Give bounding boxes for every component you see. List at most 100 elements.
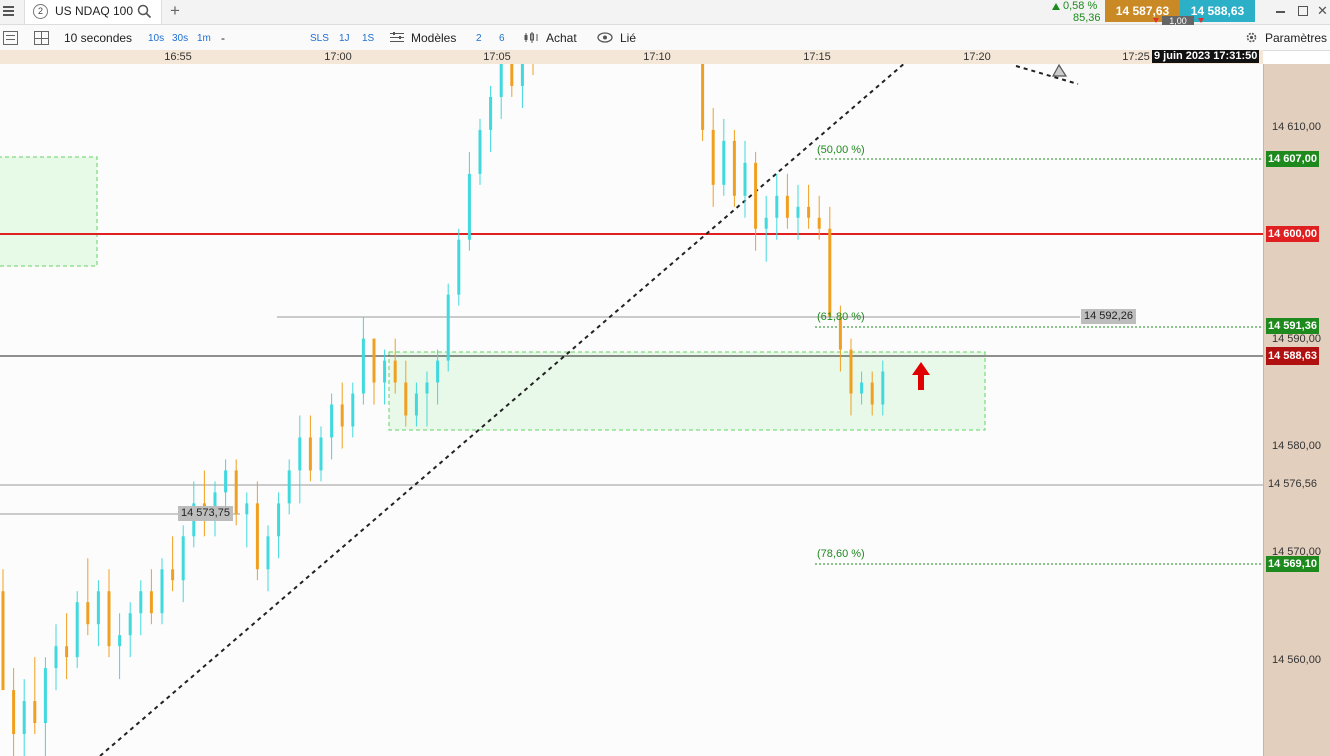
price-badge-14607: 14 607,00 (1266, 151, 1319, 167)
minimize-icon[interactable] (1276, 11, 1285, 13)
candle-body (181, 536, 185, 581)
candle-body (393, 360, 397, 383)
candle-body (425, 382, 429, 394)
price-tick: 14 590,00 (1272, 333, 1321, 345)
candle-body (266, 536, 270, 570)
candle-body (139, 591, 143, 614)
buy-chart-icon (524, 32, 538, 43)
candle-body (12, 690, 16, 735)
cursor-datetime: 9 juin 2023 17:31:50 (1152, 50, 1260, 63)
ask-price: 14 588,63 (1190, 4, 1245, 18)
candle-body (319, 437, 323, 471)
candle-body (128, 613, 132, 636)
candle-body (828, 228, 832, 317)
candle-body (383, 360, 387, 383)
candle-body (308, 437, 312, 471)
model-6[interactable]: 6 (499, 33, 505, 44)
price-tick: 14 560,00 (1272, 654, 1321, 666)
model-2[interactable]: 2 (476, 33, 482, 44)
instrument-name: US NDAQ 100 (55, 4, 134, 18)
candle-body (75, 602, 79, 658)
time-tick: 17:15 (803, 51, 831, 63)
range-sls[interactable]: SLS (310, 33, 329, 44)
range-1j[interactable]: 1J (339, 33, 350, 44)
candlestick-chart[interactable] (0, 64, 1263, 756)
time-tick: 17:20 (963, 51, 991, 63)
layout-grid-icon[interactable] (34, 31, 49, 45)
time-tick: 17:25 (1122, 51, 1150, 63)
candle-body (414, 393, 418, 416)
interval-1m[interactable]: 1m (197, 33, 211, 44)
candle-body (118, 635, 122, 647)
price-badge-14600: 14 600,00 (1266, 226, 1319, 242)
interval-selector[interactable]: 10 secondes (64, 31, 132, 45)
buy-button[interactable]: Achat (546, 31, 577, 45)
candle-body (1, 591, 5, 691)
trendline-descending (1015, 65, 1079, 85)
search-icon[interactable] (137, 4, 152, 19)
settings-button[interactable]: Paramètres (1265, 31, 1327, 45)
candle-body (520, 64, 524, 86)
restore-icon[interactable] (1298, 6, 1308, 16)
candle-body (234, 470, 238, 515)
price-tick: 14 610,00 (1272, 121, 1321, 133)
candle-body (743, 162, 747, 196)
candle-body (754, 162, 758, 229)
chart-toolbar: 10 secondes 10s 30s 1m - SLS 1J 1S Modèl… (0, 25, 1330, 51)
price-axis[interactable]: 14 610,00 14 590,00 14 580,00 14 576,56 … (1263, 64, 1330, 756)
price-badge-14569: 14 569,10 (1266, 556, 1319, 572)
candle-body (96, 591, 100, 625)
candle-body (467, 173, 471, 240)
interval-dash: - (221, 31, 225, 45)
level-label-right: 14 592,26 (1081, 309, 1136, 324)
time-tick: 17:10 (643, 51, 671, 63)
candle-body (446, 294, 450, 361)
close-icon[interactable]: ✕ (1317, 3, 1328, 19)
candle-body (510, 64, 514, 86)
alert-bell-icon (1051, 64, 1068, 77)
instrument-tab[interactable]: 2 US NDAQ 100 (24, 0, 162, 24)
tab-number-badge: 2 (33, 4, 48, 19)
price-badge-14591: 14 591,36 (1266, 318, 1319, 334)
time-tick: 17:05 (483, 51, 511, 63)
time-axis: 16:55 17:00 17:05 17:10 17:15 17:20 17:2… (0, 50, 1263, 65)
change-percent: 0,58 % (1063, 0, 1098, 12)
fib-label-786: (78,60 %) (817, 548, 865, 560)
candle-body (489, 96, 493, 130)
models-button[interactable]: Modèles (411, 31, 456, 45)
candle-body (849, 349, 853, 394)
candle-body (764, 217, 768, 229)
candle-body (149, 591, 153, 614)
chart-plot-area[interactable]: (50,00 %) (61,80 %) (78,60 %) 14 573,75 … (0, 64, 1263, 756)
candle-body (785, 195, 789, 218)
candle-body (107, 591, 111, 647)
candle-body (245, 503, 249, 515)
candle-body (86, 602, 90, 625)
candle-body (701, 64, 705, 130)
models-icon (390, 32, 404, 43)
candle-body (65, 646, 69, 658)
time-tick: 16:55 (164, 51, 192, 63)
candle-body (277, 503, 281, 537)
candle-body (711, 129, 715, 185)
link-button[interactable]: Lié (620, 31, 636, 45)
range-1s[interactable]: 1S (362, 33, 374, 44)
candle-body (43, 668, 47, 724)
buy-down-icon (1198, 18, 1204, 23)
candle-body (817, 217, 821, 229)
candle-body (796, 206, 800, 218)
fib-label-618: (61,80 %) (817, 311, 865, 323)
candle-body (171, 569, 175, 581)
add-tab-button[interactable]: + (170, 1, 180, 21)
candle-body (870, 382, 874, 405)
gear-icon[interactable] (1244, 30, 1259, 45)
price-tick: 14 576,56 (1268, 478, 1317, 490)
interval-10s[interactable]: 10s (148, 33, 164, 44)
interval-30s[interactable]: 30s (172, 33, 188, 44)
top-bar: 2 US NDAQ 100 + 0,58 % 85,36 14 587,63 1… (0, 0, 1330, 27)
change-absolute: 85,36 (1073, 12, 1101, 24)
candle-body (287, 470, 291, 504)
menu-icon[interactable] (2, 4, 16, 18)
list-icon[interactable] (3, 31, 18, 45)
candle-body (457, 239, 461, 295)
